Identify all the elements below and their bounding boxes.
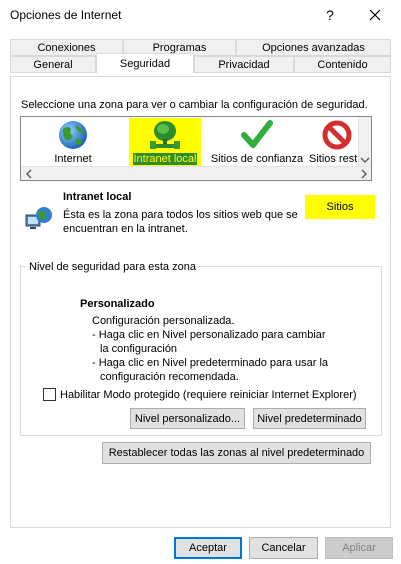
zone-intranet-local[interactable]: Intranet local	[129, 117, 201, 167]
zone-label: Sitios rest	[309, 153, 358, 165]
zone-detail-description-line2: encuentran en la intranet.	[63, 223, 188, 235]
intranet-globe-icon	[25, 207, 52, 229]
security-level-line: configuración recomendada.	[100, 371, 239, 383]
intranet-icon	[150, 121, 180, 149]
zone-instruction: Seleccione una zona para ver o cambiar l…	[21, 99, 368, 111]
chevron-down-icon[interactable]	[359, 155, 371, 165]
window-title: Opciones de Internet	[10, 8, 122, 22]
zone-label: Intranet local	[132, 153, 198, 165]
zone-list[interactable]: Internet Intranet local Sitios de confia…	[20, 116, 372, 181]
close-button[interactable]	[363, 4, 387, 26]
chevron-left-icon[interactable]	[24, 168, 34, 180]
help-button[interactable]: ?	[318, 4, 342, 26]
restricted-icon	[322, 120, 352, 150]
security-level-line: la configuración	[100, 343, 178, 355]
tab-seguridad[interactable]: Seguridad	[96, 53, 194, 73]
apply-button[interactable]: Aplicar	[325, 537, 393, 559]
tab-contenido[interactable]: Contenido	[294, 56, 391, 73]
zone-detail-title: Intranet local	[63, 191, 132, 203]
security-level-group-label: Nivel de seguridad para esta zona	[26, 261, 199, 273]
security-level-line: - Haga clic en Nivel predeterminado para…	[92, 357, 329, 369]
security-level-title: Personalizado	[80, 298, 155, 310]
protected-mode-checkbox[interactable]	[43, 388, 56, 401]
zone-sitios-de-confianza[interactable]: Sitios de confianza	[209, 117, 305, 167]
chevron-right-icon[interactable]	[359, 168, 369, 180]
zone-detail-description-line1: Ésta es la zona para todos los sitios we…	[63, 209, 298, 221]
zone-list-vertical-scrollbar[interactable]	[358, 117, 371, 167]
zone-list-horizontal-scrollbar[interactable]	[21, 166, 371, 180]
zone-label: Internet	[54, 153, 92, 165]
close-icon	[369, 9, 381, 21]
checkmark-icon	[241, 120, 273, 148]
reset-all-zones-button[interactable]: Restablecer todas las zonas al nivel pre…	[102, 442, 371, 464]
custom-level-button[interactable]: Nivel personalizado...	[130, 408, 245, 429]
zone-label: Sitios de confianza	[210, 153, 304, 165]
tab-opciones-avanzadas[interactable]: Opciones avanzadas	[236, 39, 391, 56]
security-level-line: Configuración personalizada.	[92, 315, 235, 327]
tab-general[interactable]: General	[10, 56, 96, 73]
accept-button[interactable]: Aceptar	[174, 537, 242, 559]
security-level-line: - Haga clic en Nivel personalizado para …	[92, 329, 326, 341]
tab-privacidad[interactable]: Privacidad	[194, 56, 294, 73]
sites-button[interactable]: Sitios	[305, 195, 375, 219]
globe-icon	[59, 121, 87, 149]
zone-internet[interactable]: Internet	[43, 117, 103, 167]
protected-mode-label: Habilitar Modo protegido (requiere reini…	[60, 389, 357, 401]
cancel-button[interactable]: Cancelar	[249, 537, 318, 559]
default-level-button[interactable]: Nivel predeterminado	[253, 408, 366, 429]
